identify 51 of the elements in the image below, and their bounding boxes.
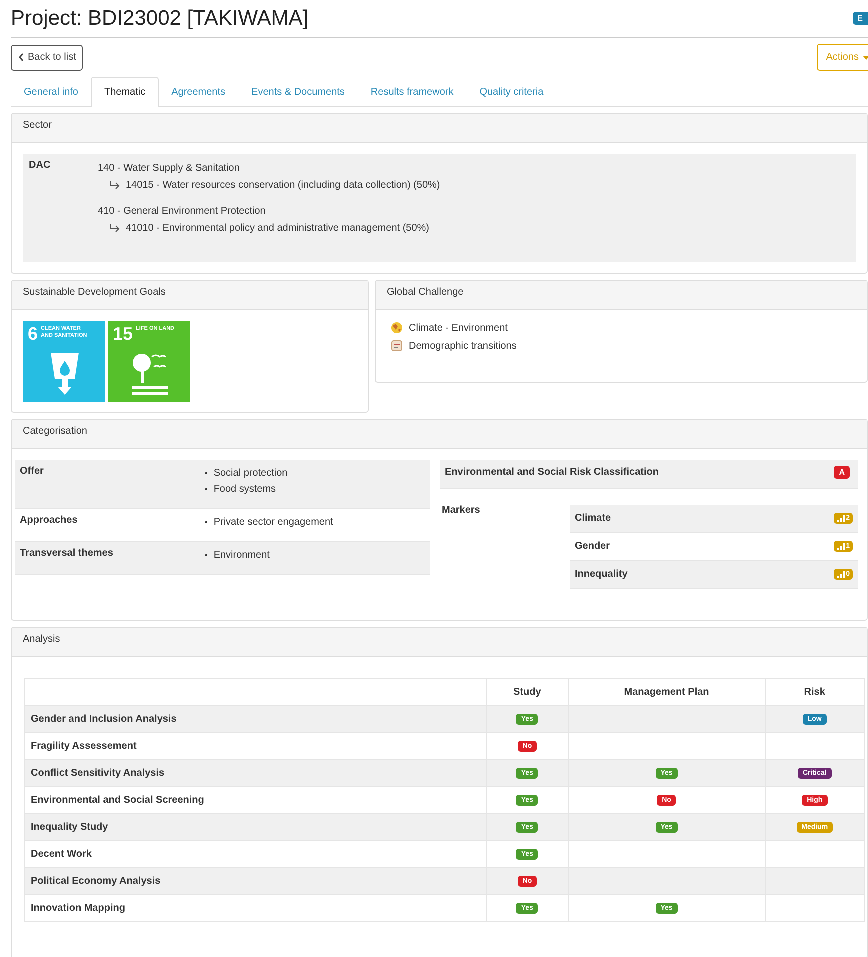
globe-icon <box>391 322 403 334</box>
tab[interactable]: Quality criteria <box>466 77 557 107</box>
field-label: Transversal themes <box>20 548 114 561</box>
marker-name: Climate <box>575 513 612 524</box>
actions-button[interactable]: Actions <box>817 44 868 71</box>
list-bullet: • <box>205 468 208 480</box>
list-item: Social protection <box>214 467 288 481</box>
field-label: DAC <box>29 160 52 173</box>
panel-heading: Sector <box>12 114 867 143</box>
field-label: Environmental and Social Risk Classification <box>445 467 659 478</box>
list-item: Private sector engagement <box>214 516 334 530</box>
table-cell: Political Economy Analysis <box>24 868 486 894</box>
list-bullet: • <box>205 550 208 562</box>
table-cell: Inequality Study <box>24 814 486 840</box>
list-item: Environment <box>214 549 270 563</box>
tab[interactable]: Results framework <box>358 77 467 107</box>
sub-arrow-icon <box>110 181 121 190</box>
risk-badge: A <box>834 466 850 479</box>
sector-item: 41010 - Environmental policy and administrative management (50%) <box>126 222 430 236</box>
sector-item: 140 - Water Supply & Sanitation <box>98 162 241 176</box>
caret-icon <box>863 56 868 60</box>
panel-heading: Global Challenge <box>376 281 867 310</box>
status-badge: E <box>852 12 868 25</box>
challenge-item: Demographic transitions <box>409 340 517 352</box>
field-label: Markers <box>441 505 482 518</box>
marker-name: Gender <box>575 541 610 552</box>
list-item: Food systems <box>214 483 276 497</box>
sector-item: 14015 - Water resources conservation (including data collection) (50%) <box>126 179 440 193</box>
page-title: Project: BDI23002 [TAKIWAMA] <box>11 6 309 30</box>
table-cell: Innovation Mapping <box>24 894 486 922</box>
marker-name: Innequality <box>575 569 628 580</box>
field-label: Offer <box>20 466 45 479</box>
people-chart-icon <box>391 340 403 352</box>
tab[interactable]: Thematic <box>91 77 159 107</box>
tab[interactable]: Agreements <box>158 77 239 107</box>
column-header: Management Plan <box>568 678 766 706</box>
challenge-item: Climate - Environment <box>409 322 508 334</box>
chevron-left-icon <box>18 53 25 62</box>
sub-arrow-icon <box>110 224 121 233</box>
table-cell: Gender and Inclusion Analysis <box>24 706 486 732</box>
sector-item: 410 - General Environment Protection <box>98 205 267 219</box>
table-cell: Conflict Sensitivity Analysis <box>24 760 486 786</box>
field-label: Approaches <box>20 515 79 528</box>
panel-heading: Sustainable Development Goals <box>12 281 368 310</box>
panel-heading: Categorisation <box>12 420 867 449</box>
tab[interactable]: General info <box>11 77 92 107</box>
panel-heading: Analysis <box>12 628 867 657</box>
tab[interactable]: Events & Documents <box>238 77 358 107</box>
back-button[interactable]: Back to list <box>11 44 84 70</box>
list-bullet: • <box>205 517 208 529</box>
list-bullet: • <box>205 484 208 496</box>
